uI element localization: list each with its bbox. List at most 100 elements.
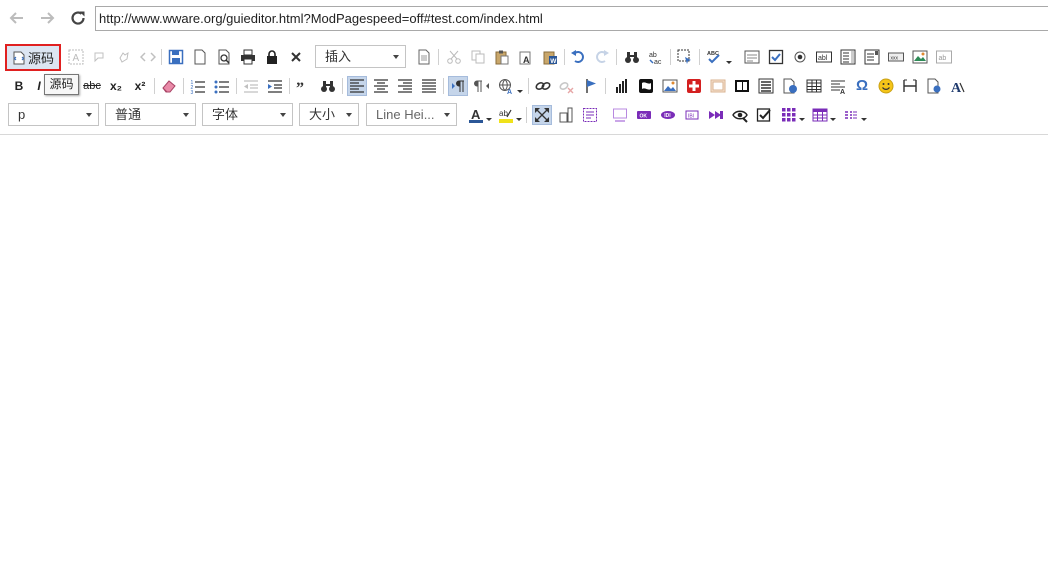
redo-button[interactable] bbox=[592, 47, 612, 67]
lock-button[interactable] bbox=[262, 47, 282, 67]
find-button[interactable] bbox=[622, 47, 642, 67]
chevron-down-icon bbox=[830, 118, 836, 121]
cut-button[interactable] bbox=[444, 47, 464, 67]
ok-button[interactable]: OK bbox=[634, 105, 654, 125]
bullet-list-button[interactable] bbox=[212, 76, 232, 96]
insert-special-button[interactable] bbox=[684, 76, 704, 96]
superscript-button[interactable]: x² bbox=[130, 76, 150, 96]
line-height-combo[interactable]: Line Hei... bbox=[366, 103, 457, 126]
page-break-icon bbox=[758, 78, 774, 94]
strike-button[interactable]: abc bbox=[80, 76, 104, 96]
paste-word-icon: W bbox=[543, 51, 557, 65]
radio-button[interactable] bbox=[790, 47, 810, 67]
print-button[interactable] bbox=[238, 47, 258, 67]
back-button[interactable] bbox=[7, 8, 27, 28]
forward-badge-button[interactable] bbox=[706, 105, 726, 125]
font-style-button[interactable]: A bbox=[948, 76, 968, 96]
align-right-button[interactable] bbox=[395, 76, 415, 96]
textarea-icon bbox=[840, 49, 856, 65]
list-dots-button[interactable] bbox=[841, 105, 861, 125]
iframe-button[interactable] bbox=[708, 76, 728, 96]
textfield-button[interactable]: abl bbox=[814, 47, 834, 67]
bg-color-button[interactable]: ab bbox=[496, 105, 516, 125]
indent-button[interactable] bbox=[265, 76, 285, 96]
blockquote-button[interactable]: ” bbox=[294, 76, 314, 96]
save-button[interactable] bbox=[166, 47, 186, 67]
separator bbox=[564, 49, 565, 65]
chart-button[interactable] bbox=[612, 76, 632, 96]
font-combo[interactable]: 字体 bbox=[202, 103, 293, 126]
outdent-button[interactable] bbox=[241, 76, 261, 96]
show-blocks-button[interactable] bbox=[556, 105, 576, 125]
smiley-button[interactable] bbox=[876, 76, 896, 96]
hidden-field-button[interactable]: ab bbox=[934, 47, 954, 67]
replace-button[interactable]: ab ac bbox=[646, 47, 666, 67]
subscript-button[interactable]: x₂ bbox=[106, 76, 126, 96]
language-button[interactable]: A bbox=[496, 76, 516, 96]
page-break-button[interactable] bbox=[756, 76, 776, 96]
numbered-list-button[interactable]: 123 bbox=[188, 76, 208, 96]
anchor-button[interactable] bbox=[114, 47, 134, 67]
size-combo[interactable]: 大小 bbox=[299, 103, 359, 126]
oval-badge-button[interactable]: IDl bbox=[658, 105, 678, 125]
select-all-button[interactable]: A bbox=[66, 47, 86, 67]
paste-button[interactable] bbox=[492, 47, 512, 67]
paste-word-button[interactable]: W bbox=[540, 47, 560, 67]
anchor-flag-button[interactable] bbox=[581, 76, 601, 96]
align-justify-button[interactable] bbox=[419, 76, 439, 96]
code-button[interactable] bbox=[138, 47, 158, 67]
table-button[interactable] bbox=[804, 76, 824, 96]
video-button[interactable] bbox=[732, 76, 752, 96]
image-button-button[interactable] bbox=[910, 47, 930, 67]
horizontal-rule-button[interactable] bbox=[900, 76, 920, 96]
url-input[interactable] bbox=[95, 6, 1048, 31]
align-left-button[interactable] bbox=[347, 76, 367, 96]
remove-format-button[interactable] bbox=[159, 76, 179, 96]
forward-button[interactable] bbox=[37, 8, 57, 28]
maximize-button[interactable] bbox=[532, 105, 552, 125]
spellcheck-button[interactable]: ABC bbox=[704, 47, 724, 67]
source-button[interactable]: 源码 bbox=[5, 44, 61, 71]
div-container-button[interactable] bbox=[580, 105, 600, 125]
rtl-button[interactable] bbox=[472, 76, 492, 96]
select-field-button[interactable] bbox=[862, 47, 882, 67]
checklist-button[interactable] bbox=[754, 105, 774, 125]
button-field-button[interactable]: xxx bbox=[886, 47, 906, 67]
copy-button[interactable] bbox=[468, 47, 488, 67]
insert-combo[interactable]: 插入 bbox=[315, 45, 406, 68]
undo-button[interactable] bbox=[568, 47, 588, 67]
link-button[interactable] bbox=[533, 76, 553, 96]
bold-button[interactable]: B bbox=[9, 76, 29, 96]
template-button[interactable] bbox=[414, 47, 434, 67]
textarea-button[interactable] bbox=[838, 47, 858, 67]
form-button[interactable] bbox=[742, 47, 762, 67]
style-combo[interactable]: 普通 bbox=[105, 103, 196, 126]
web-doc-button[interactable] bbox=[780, 76, 800, 96]
find2-button[interactable] bbox=[318, 76, 338, 96]
close-button[interactable] bbox=[286, 47, 306, 67]
align-center-button[interactable] bbox=[371, 76, 391, 96]
text-color-icon: A bbox=[469, 107, 483, 123]
undo-redo-button[interactable] bbox=[90, 47, 110, 67]
select-all-doc-button[interactable] bbox=[675, 47, 695, 67]
table-layout-button[interactable] bbox=[810, 105, 830, 125]
special-char-button[interactable]: Ω bbox=[852, 76, 872, 96]
eye-button[interactable] bbox=[730, 105, 750, 125]
text-align-a-button[interactable]: A bbox=[828, 76, 848, 96]
unlink-button[interactable] bbox=[557, 76, 577, 96]
grid-button[interactable] bbox=[779, 105, 799, 125]
preview-button[interactable] bbox=[214, 47, 234, 67]
new-page-button[interactable] bbox=[190, 47, 210, 67]
paste-text-button[interactable]: A bbox=[516, 47, 536, 67]
image-button[interactable] bbox=[660, 76, 680, 96]
placeholder-button[interactable] bbox=[610, 105, 630, 125]
text-badge-button[interactable]: IBl bbox=[682, 105, 702, 125]
checkbox-button[interactable] bbox=[766, 47, 786, 67]
format-combo[interactable]: p bbox=[8, 103, 99, 126]
editor-content-area[interactable] bbox=[0, 136, 1048, 570]
text-color-button[interactable]: A bbox=[466, 105, 486, 125]
ltr-button[interactable] bbox=[448, 76, 468, 96]
flash-button[interactable] bbox=[636, 76, 656, 96]
reload-button[interactable] bbox=[68, 8, 88, 28]
doc-props-button[interactable] bbox=[924, 76, 944, 96]
